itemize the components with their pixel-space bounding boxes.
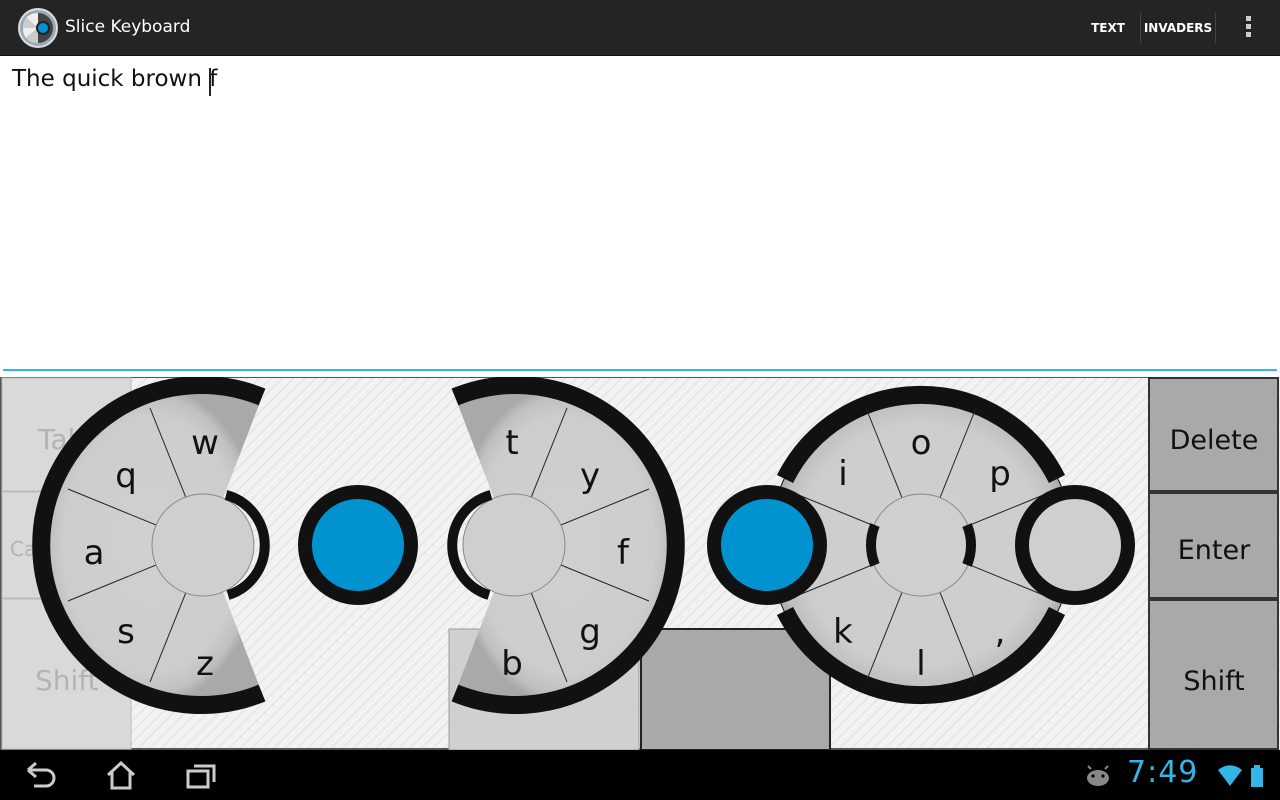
key-l[interactable]: l [916,644,925,684]
key-y[interactable]: y [580,456,600,496]
enter-key[interactable]: Enter [1178,535,1251,566]
key-p[interactable]: p [989,454,1011,494]
key-s[interactable]: s [117,612,135,652]
editor-underline [3,369,1277,371]
system-nav-bar [0,750,1280,800]
wifi-icon [1218,765,1242,786]
recent-apps-icon[interactable] [184,750,218,800]
editor-text: The quick brown f [12,66,218,92]
key-f[interactable]: f [617,533,630,573]
action-divider [1140,13,1141,43]
key-w[interactable]: w [191,423,219,463]
action-divider [1215,13,1216,43]
action-bar: Slice Keyboard TEXT INVADERS [0,0,1280,56]
left-joystick[interactable] [298,485,418,605]
middle-ring[interactable] [447,377,685,714]
right-joystick[interactable] [707,485,827,605]
overflow-menu-icon[interactable] [1234,14,1262,42]
android-debug-icon [1087,765,1109,786]
home-icon[interactable] [104,750,138,800]
key-comma[interactable]: , [995,612,1006,652]
text-action-button[interactable]: TEXT [1080,0,1136,56]
key-g[interactable]: g [579,612,601,652]
key-a[interactable]: a [84,533,105,573]
text-cursor [209,68,211,96]
key-i[interactable]: i [838,454,847,494]
secondary-joystick[interactable] [1015,485,1135,605]
key-z[interactable]: z [196,644,214,684]
back-icon[interactable] [22,750,58,800]
text-editor[interactable] [0,57,1280,373]
app-title: Slice Keyboard [65,17,191,37]
right-shift-key[interactable]: Shift [1183,666,1244,697]
slice-keyboard-app-icon[interactable] [18,5,58,51]
key-k[interactable]: k [833,612,853,652]
slice-keyboard: Tab Caps Shift Delete Enter Shift w q a … [0,377,1280,750]
invaders-action-button[interactable]: INVADERS [1142,0,1214,56]
delete-key[interactable]: Delete [1170,425,1259,456]
status-clock: 7:49 [1127,755,1199,790]
key-q[interactable]: q [115,456,137,496]
left-ring[interactable] [32,377,270,714]
key-o[interactable]: o [911,423,932,463]
key-b[interactable]: b [501,644,523,684]
battery-icon [1251,765,1263,787]
keyboard-canvas: Tab Caps Shift Delete Enter Shift w q a … [0,377,1280,750]
key-t[interactable]: t [505,423,518,463]
